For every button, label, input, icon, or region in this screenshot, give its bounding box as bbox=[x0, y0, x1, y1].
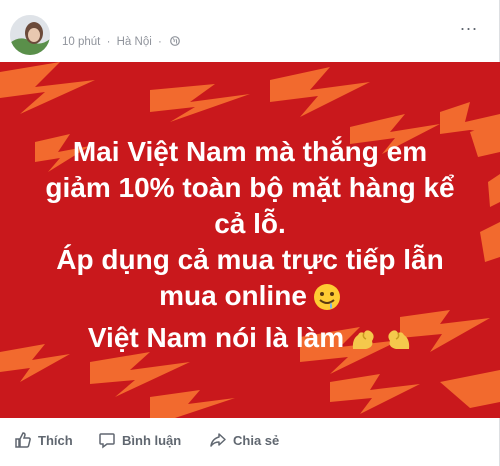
post-meta: 10 phút · Hà Nội · bbox=[62, 36, 180, 48]
facebook-post: 10 phút · Hà Nội · ... Mai Việt Nam mà t… bbox=[0, 0, 500, 466]
comment-button[interactable]: Bình luận bbox=[98, 428, 181, 452]
drool-emoji bbox=[313, 283, 341, 320]
message-line-5: mua online bbox=[159, 280, 307, 311]
meta-separator: · bbox=[106, 36, 111, 48]
more-options-icon[interactable]: ... bbox=[460, 14, 478, 35]
avatar[interactable] bbox=[10, 15, 50, 55]
like-button[interactable]: Thích bbox=[14, 428, 73, 452]
message-line-6: Việt Nam nói là làm bbox=[87, 322, 345, 353]
post-time[interactable]: 10 phút bbox=[62, 36, 100, 48]
globe-icon[interactable] bbox=[170, 36, 180, 46]
post-header: 10 phút · Hà Nội · ... bbox=[0, 0, 500, 62]
comment-label: Bình luận bbox=[122, 432, 182, 448]
message-line-1: Mai Việt Nam mà thắng em bbox=[72, 136, 428, 167]
message-line-5-wrap: mua online bbox=[0, 278, 500, 320]
message-line-4: Áp dụng cả mua trực tiếp lẫn bbox=[56, 244, 444, 275]
like-icon bbox=[15, 432, 31, 448]
comment-icon bbox=[99, 433, 115, 449]
post-message: Mai Việt Nam mà thắng em giảm 10% toàn b… bbox=[0, 134, 500, 362]
message-line-3: cả lỗ. bbox=[214, 208, 286, 239]
share-icon bbox=[210, 433, 226, 447]
like-label: Thích bbox=[38, 432, 73, 448]
message-line-6-wrap: Việt Nam nói là làm bbox=[0, 320, 500, 362]
share-button[interactable]: Chia sẻ bbox=[209, 428, 279, 452]
meta-separator-2: · bbox=[157, 36, 162, 48]
flexed-biceps-emoji-2 bbox=[382, 325, 412, 362]
post-location[interactable]: Hà Nội bbox=[117, 36, 152, 48]
post-actions-bar: Thích Bình luận Chia sẻ bbox=[0, 420, 500, 460]
post-banner: Mai Việt Nam mà thắng em giảm 10% toàn b… bbox=[0, 62, 500, 418]
share-label: Chia sẻ bbox=[233, 432, 280, 448]
flexed-biceps-emoji bbox=[350, 325, 380, 362]
message-line-2: giảm 10% toàn bộ mặt hàng kể bbox=[45, 172, 455, 203]
